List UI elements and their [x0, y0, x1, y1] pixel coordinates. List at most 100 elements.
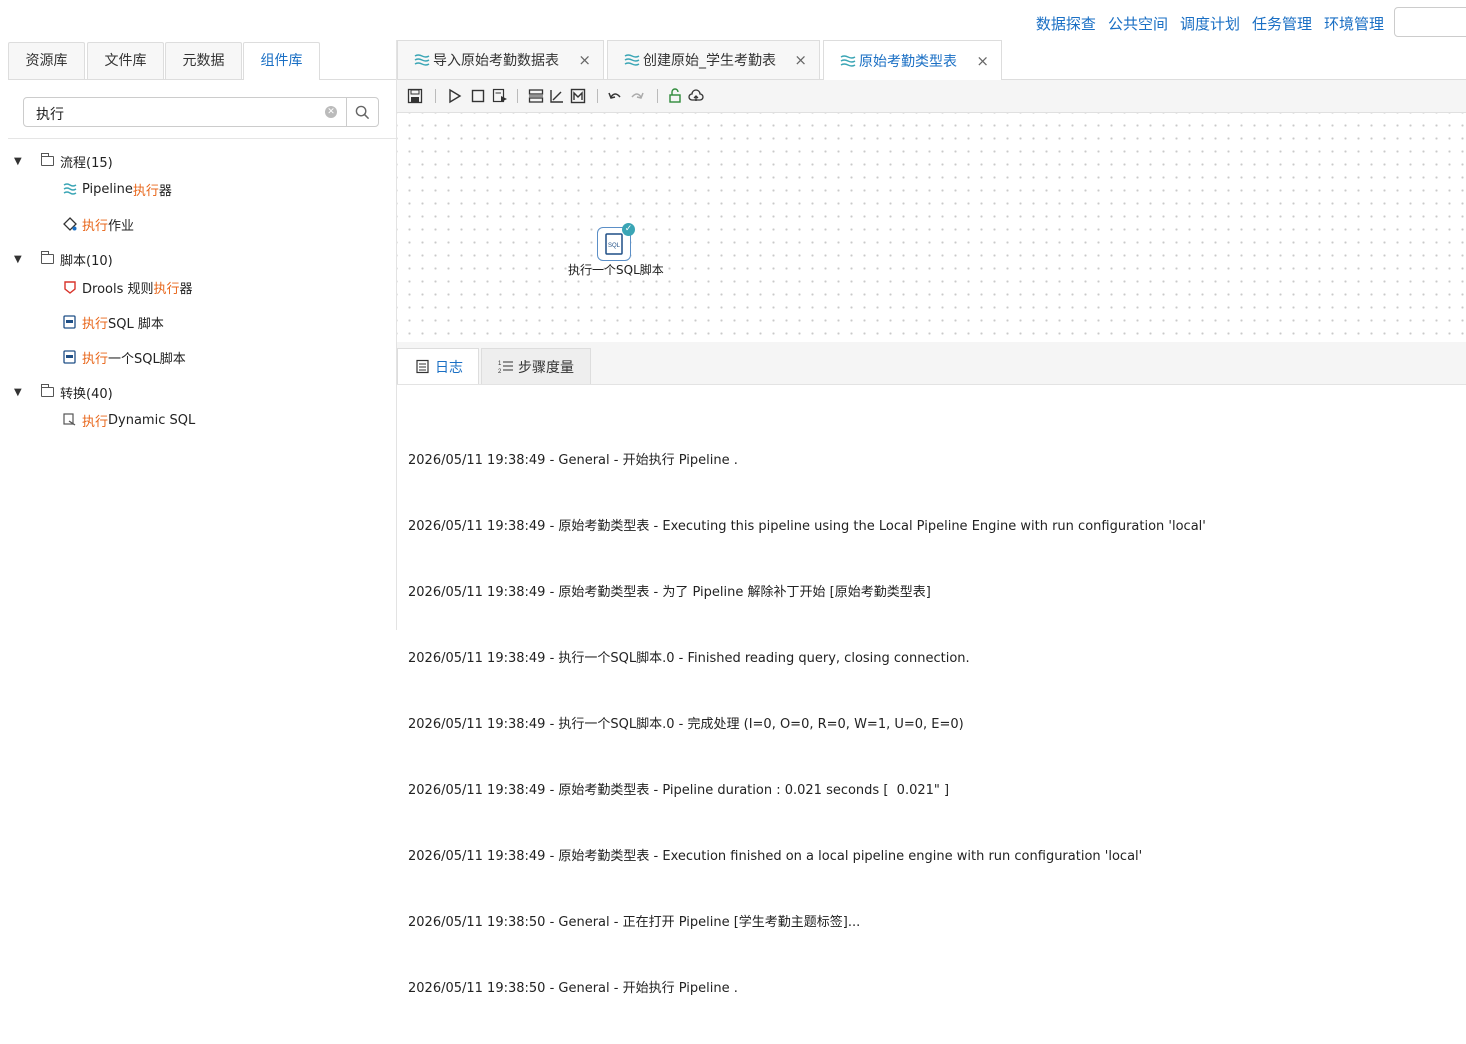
clear-icon[interactable]: ✕ — [325, 106, 337, 118]
save-icon[interactable] — [407, 88, 423, 104]
run-icon[interactable] — [447, 88, 463, 104]
component-search[interactable]: 执行 ✕ — [23, 97, 379, 127]
nav-environment-management[interactable]: 环境管理 — [1324, 13, 1384, 34]
metrics-icon[interactable] — [549, 88, 565, 104]
pipeline-icon — [624, 54, 640, 66]
item-highlight: 执行 — [153, 281, 180, 297]
stop-icon[interactable] — [470, 88, 486, 104]
editor-toolbar — [397, 80, 1466, 113]
editor-tab-create-student-attendance[interactable]: 创建原始_学生考勤表 × — [607, 40, 820, 79]
log-output: 2026/05/11 19:38:49 - General - 开始执行 Pip… — [408, 406, 1206, 1044]
log-line: 2026/05/11 19:38:49 - 原始考勤类型表 - Executio… — [408, 849, 1143, 864]
folder-icon — [41, 251, 54, 264]
svg-text:1: 1 — [498, 361, 502, 367]
tree-item-single-sql-script[interactable]: 执行 一个SQL脚本 — [62, 346, 186, 368]
item-text: 一个SQL脚本 — [108, 351, 186, 367]
caret-down-icon[interactable]: ▼ — [14, 254, 24, 265]
tab-label: 创建原始_学生考勤表 — [643, 53, 776, 69]
nav-schedule-plan[interactable]: 调度计划 — [1180, 13, 1240, 34]
tab-file-library[interactable]: 文件库 — [87, 42, 164, 79]
toolbar-separator — [657, 89, 658, 103]
tab-resource-library[interactable]: 资源库 — [8, 42, 85, 79]
editor-tab-import-attendance[interactable]: 导入原始考勤数据表 × — [397, 40, 604, 79]
pipeline-icon — [840, 54, 856, 67]
tree-group-transform[interactable]: ▼ 转换(40) — [0, 381, 390, 403]
tab-label: 日志 — [435, 359, 463, 376]
left-panel: 资源库 文件库 元数据 组件库 执行 ✕ ▼ 流程(15) Pipeline 执… — [0, 40, 397, 630]
editor-tabs: 导入原始考勤数据表 × 创建原始_学生考勤表 × 原始考勤类型表 × — [397, 40, 1466, 80]
toolbar-separator — [517, 89, 518, 103]
top-nav: 数据探查 公共空间 调度计划 任务管理 环境管理 — [1036, 13, 1384, 34]
item-text: 器 — [158, 183, 172, 199]
caret-down-icon[interactable]: ▼ — [14, 387, 24, 398]
bottom-tabs: 日志 1 2 步骤度量 — [397, 342, 1466, 385]
tree-item-drools-executor[interactable]: Drools 规则 执行 器 — [62, 276, 193, 298]
tree-item-sql-script[interactable]: 执行 SQL 脚本 — [62, 311, 164, 333]
tab-metadata[interactable]: 元数据 — [165, 42, 242, 79]
align-icon[interactable] — [528, 88, 544, 104]
item-text: Pipeline — [82, 181, 133, 197]
tree-item-execute-job[interactable]: 执行 作业 — [62, 213, 134, 235]
undo-icon[interactable] — [607, 88, 623, 104]
log-line: 2026/05/11 19:38:49 - 原始考勤类型表 - 为了 Pipel… — [408, 585, 931, 600]
log-line: 2026/05/11 19:38:49 - 原始考勤类型表 - Pipeline… — [408, 783, 950, 798]
success-check-icon: ✓ — [622, 223, 635, 236]
caret-down-icon[interactable]: ▼ — [14, 156, 24, 167]
item-highlight: 执行 — [82, 351, 109, 367]
item-highlight: 执行 — [82, 414, 109, 430]
item-highlight: 执行 — [82, 218, 109, 234]
tree-group-script[interactable]: ▼ 脚本(10) — [0, 248, 390, 270]
drools-icon — [64, 281, 76, 294]
toolbar-separator — [597, 89, 598, 103]
tab-log[interactable]: 日志 — [397, 348, 479, 384]
item-text: 作业 — [108, 218, 135, 234]
item-text: Dynamic SQL — [108, 412, 196, 428]
tree-group-label: 转换(40) — [60, 386, 113, 402]
dynamic-sql-icon — [63, 413, 76, 426]
search-button[interactable] — [346, 98, 378, 126]
bottom-panel: 日志 1 2 步骤度量 2026/05/11 19:38:49 - General… — [397, 342, 1466, 996]
log-line: 2026/05/11 19:38:50 - General - 开始执行 Pip… — [408, 981, 738, 996]
editor-tab-attendance-type[interactable]: 原始考勤类型表 × — [823, 40, 1002, 80]
nav-public-space[interactable]: 公共空间 — [1108, 13, 1168, 34]
log-line: 2026/05/11 19:38:50 - General - 正在打开 Pip… — [408, 915, 861, 930]
tree-group-label: 流程(15) — [60, 155, 113, 171]
job-icon — [63, 217, 77, 231]
cloud-upload-icon[interactable] — [688, 88, 704, 104]
sql-script-icon — [63, 315, 76, 329]
close-icon[interactable]: × — [578, 51, 591, 69]
folder-icon — [41, 153, 54, 166]
tab-component-library[interactable]: 组件库 — [243, 42, 320, 80]
divider — [8, 138, 396, 139]
tree-group-flow[interactable]: ▼ 流程(15) — [0, 150, 390, 172]
tree-item-dynamic-sql[interactable]: 执行 Dynamic SQL — [62, 409, 195, 431]
item-highlight: 执行 — [82, 316, 109, 332]
nav-task-management[interactable]: 任务管理 — [1252, 13, 1312, 34]
item-text: Drools 规则 — [82, 281, 154, 297]
item-text: SQL 脚本 — [108, 316, 164, 332]
module-icon[interactable] — [570, 88, 586, 104]
log-line: 2026/05/11 19:38:49 - 原始考勤类型表 - Executin… — [408, 519, 1206, 534]
close-icon[interactable]: × — [976, 52, 989, 70]
node-icon-text: SQL — [608, 243, 621, 249]
search-input[interactable]: 执行 — [36, 104, 64, 124]
tab-label: 步骤度量 — [518, 359, 574, 376]
pipeline-icon — [63, 183, 77, 195]
log-line: 2026/05/11 19:38:49 - 执行一个SQL脚本.0 - Fini… — [408, 651, 970, 666]
close-icon[interactable]: × — [794, 51, 807, 69]
tab-step-metrics[interactable]: 1 2 步骤度量 — [481, 348, 591, 384]
unlock-icon[interactable] — [667, 88, 683, 104]
log-line: 2026/05/11 19:38:49 - General - 开始执行 Pip… — [408, 453, 738, 468]
log-icon — [416, 359, 429, 374]
pipeline-canvas[interactable]: SQL ✓ 执行一个SQL脚本 — [397, 113, 1466, 342]
preview-icon[interactable] — [492, 88, 508, 104]
tab-label: 导入原始考勤数据表 — [433, 53, 559, 69]
top-search-input[interactable] — [1394, 7, 1466, 37]
redo-icon[interactable] — [629, 88, 645, 104]
tree-item-pipeline-executor[interactable]: Pipeline 执行 器 — [62, 178, 172, 200]
canvas-node-sql-script[interactable]: SQL ✓ — [596, 223, 636, 265]
node-label: 执行一个SQL脚本 — [568, 263, 664, 277]
nav-data-explore[interactable]: 数据探查 — [1036, 13, 1096, 34]
top-bar: 数据探查 公共空间 调度计划 任务管理 环境管理 — [0, 0, 1466, 40]
svg-text:2: 2 — [498, 369, 502, 374]
